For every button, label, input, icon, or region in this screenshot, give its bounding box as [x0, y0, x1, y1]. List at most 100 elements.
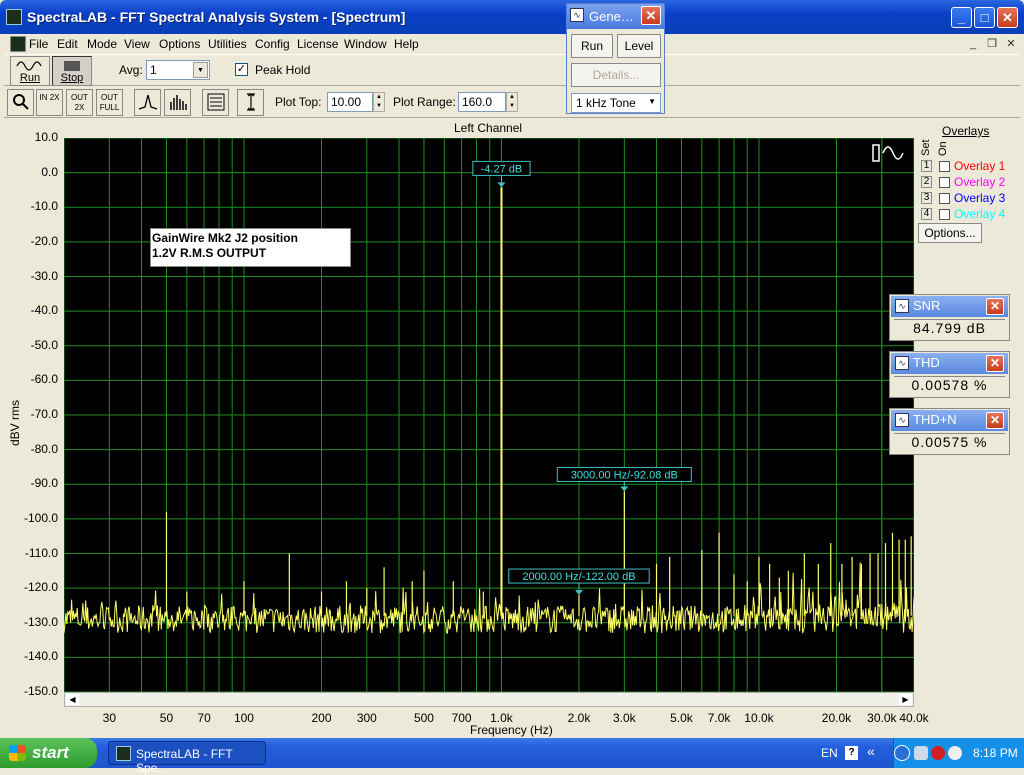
annotation-line-2: 1.2V R.M.S OUTPUT [152, 246, 267, 260]
spectralab-icon [116, 746, 131, 761]
maximize-button[interactable]: □ [974, 7, 995, 28]
antivirus-icon[interactable] [948, 746, 962, 760]
menu-config[interactable]: Config [255, 37, 290, 51]
overlay-on-checkbox-4[interactable] [939, 209, 950, 220]
taskbar-item-spectralab[interactable]: SpectraLAB - FFT Spe... [108, 741, 266, 775]
zoom-out-button[interactable]: OUT 2X [66, 89, 93, 116]
meter-close-icon[interactable]: ✕ [986, 412, 1004, 429]
stop-button[interactable]: Stop [52, 56, 92, 86]
plot-top-label: Plot Top: [275, 95, 322, 109]
y-tick-label: -80.0 [30, 441, 58, 456]
scroll-right-icon[interactable]: ▶ [899, 694, 912, 705]
meter-value: 84.799 dB [894, 319, 1005, 338]
plot-top-spinner[interactable]: ▲ ▼ [373, 92, 385, 112]
close-button[interactable]: ✕ [997, 7, 1018, 28]
app-icon[interactable] [6, 9, 22, 25]
x-tick-label: 20.0k [821, 711, 852, 725]
annotation-line-1: GainWire Mk2 J2 position [152, 231, 298, 245]
chevron-down-icon[interactable]: ▼ [648, 97, 656, 106]
marker-label: -4.27 dB [481, 163, 523, 175]
menu-utilities[interactable]: Utilities [208, 37, 247, 51]
avg-select[interactable]: 1 ▼ [146, 60, 210, 80]
generator-level-button[interactable]: Level [617, 34, 661, 58]
overlay-label-3: Overlay 3 [954, 191, 1006, 205]
plot-range-label: Plot Range: [393, 95, 456, 109]
legend-icon[interactable] [870, 142, 910, 164]
meter-titlebar[interactable]: ∿ THD+N ✕ [891, 410, 1008, 431]
generator-title: Gene… [589, 9, 634, 24]
overlay-set-button-2[interactable]: 2 [921, 176, 932, 188]
avg-value: 1 [150, 63, 157, 77]
meter-icon: ∿ [895, 299, 909, 313]
plot-range-spinner[interactable]: ▲ ▼ [506, 92, 518, 112]
y-tick-label: -150.0 [23, 684, 58, 698]
menu-window[interactable]: Window [344, 37, 387, 51]
spectrum-svg: -4.27 dB 3000.00 Hz/-92.08 dB 2000.00 Hz/-… [63, 137, 915, 693]
menu-mode[interactable]: Mode [87, 37, 117, 51]
meter-titlebar[interactable]: ∿ SNR ✕ [891, 296, 1008, 317]
peak-hold-checkbox[interactable]: ✓ [235, 63, 248, 76]
meter-close-icon[interactable]: ✕ [986, 298, 1004, 315]
menu-edit[interactable]: Edit [57, 37, 78, 51]
spectrum-plot[interactable]: -4.27 dB 3000.00 Hz/-92.08 dB 2000.00 Hz/-… [63, 137, 915, 693]
document-icon[interactable] [10, 36, 26, 52]
marker-arrow [497, 182, 506, 188]
annotation-box[interactable]: GainWire Mk2 J2 position 1.2V R.M.S OUTP… [150, 228, 351, 267]
zoom-tool-button[interactable] [7, 89, 34, 116]
zoom-full-button[interactable]: OUT FULL [96, 89, 123, 116]
y-tick-label: -40.0 [30, 303, 58, 318]
generator-run-button[interactable]: Run [571, 34, 613, 58]
bar-plot-button[interactable] [164, 89, 191, 116]
meter-value: 0.00578 % [894, 376, 1005, 395]
set-column-label: Set [920, 139, 932, 156]
minimize-button[interactable]: _ [951, 7, 972, 28]
horizontal-scrollbar[interactable]: ◀ ▶ [64, 692, 914, 707]
y-tick-label: -20.0 [30, 233, 58, 248]
security-shield-icon[interactable] [931, 746, 945, 760]
meter-close-icon[interactable]: ✕ [986, 355, 1004, 372]
x-axis-label: Frequency (Hz) [470, 723, 553, 737]
overlay-options-button[interactable]: Options... [918, 223, 982, 243]
generator-close-icon[interactable]: ✕ [641, 6, 661, 25]
overlay-on-checkbox-1[interactable] [939, 161, 950, 172]
clock: 8:18 PM [973, 746, 1018, 760]
generator-signal-select[interactable]: 1 kHz Tone ▼ [571, 93, 661, 113]
generator-window: ∿ Gene… ✕ Run Level Details... 1 kHz Ton… [566, 3, 665, 114]
run-label: Run [19, 72, 41, 84]
menu-file[interactable]: File [29, 37, 48, 51]
mdi-minimize-button[interactable]: _ [966, 38, 980, 50]
overlay-on-checkbox-2[interactable] [939, 177, 950, 188]
overlay-set-button-4[interactable]: 4 [921, 208, 932, 220]
x-tick-label: 100 [233, 711, 254, 725]
meter-name: THD [913, 355, 940, 370]
help-icon[interactable]: ? [845, 746, 858, 760]
scale-button[interactable] [237, 89, 264, 116]
start-button[interactable]: start [0, 738, 97, 768]
zoom-in-button[interactable]: IN 2X [36, 89, 63, 116]
tray-expand-icon[interactable] [894, 745, 910, 761]
menu-help[interactable]: Help [394, 37, 419, 51]
main-toolbar: Run Stop Avg: 1 ▼ ✓ Peak Hold [4, 54, 1020, 86]
scroll-left-icon[interactable]: ◀ [66, 694, 79, 705]
line-plot-button[interactable] [134, 89, 161, 116]
menu-options[interactable]: Options [159, 37, 200, 51]
run-button[interactable]: Run [10, 56, 50, 86]
x-tick-label: 70 [197, 711, 211, 725]
menu-view[interactable]: View [124, 37, 150, 51]
mdi-close-button[interactable]: ✕ [1004, 38, 1018, 50]
meter-titlebar[interactable]: ∿ THD ✕ [891, 353, 1008, 374]
overlay-set-button-1[interactable]: 1 [921, 160, 932, 172]
chevron-icon[interactable]: « [867, 743, 875, 759]
mdi-restore-button[interactable]: ❐ [985, 38, 999, 50]
data-table-button[interactable] [202, 89, 229, 116]
chevron-down-icon[interactable]: ▼ [193, 62, 208, 78]
generator-titlebar[interactable]: ∿ Gene… ✕ [567, 4, 664, 29]
language-indicator[interactable]: EN [821, 746, 838, 760]
network-icon[interactable] [914, 746, 928, 760]
menu-license[interactable]: License [297, 37, 338, 51]
plot-top-input[interactable]: 10.00 [327, 92, 373, 112]
overlay-set-button-3[interactable]: 3 [921, 192, 932, 204]
overlay-on-checkbox-3[interactable] [939, 193, 950, 204]
marker-arrow [620, 486, 629, 492]
plot-range-input[interactable]: 160.0 [458, 92, 506, 112]
